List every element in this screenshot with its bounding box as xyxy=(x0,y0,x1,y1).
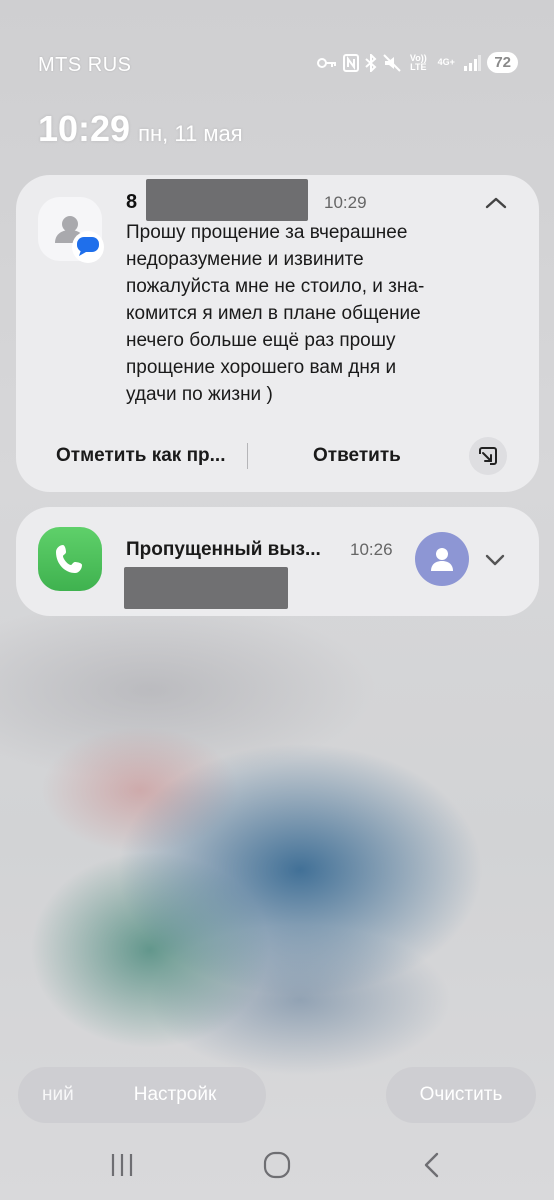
key-icon xyxy=(317,56,337,70)
missed-call-title: Пропущенный выз... xyxy=(126,539,321,560)
clock-row: 10:29 пн, 11 мая xyxy=(38,108,243,150)
nfc-icon xyxy=(343,53,360,72)
message-body: Прошу прощение за вчерашнее недоразумени… xyxy=(126,222,425,405)
bluetooth-icon xyxy=(365,53,377,72)
open-in-popup-button[interactable] xyxy=(469,437,507,475)
status-icons: Vo)) LTE 4G+ 72 xyxy=(317,52,518,73)
reply-button[interactable]: Ответить xyxy=(313,445,401,467)
phone-app-icon xyxy=(38,527,102,591)
mute-icon xyxy=(383,53,402,72)
message-time: 10:29 xyxy=(324,193,367,212)
clock: 10:29 xyxy=(38,108,131,149)
popup-icon xyxy=(479,447,497,465)
redacted-sender xyxy=(146,179,308,221)
messages-badge-icon xyxy=(72,231,104,263)
back-icon[interactable] xyxy=(416,1150,448,1180)
message-notification[interactable]: 8 10:29 Прошу прощение за вчерашнее недо… xyxy=(16,175,539,492)
status-bar: MTS RUS Vo)) LTE 4G+ 72 xyxy=(0,0,554,120)
home-icon[interactable] xyxy=(261,1150,293,1180)
redacted-caller xyxy=(124,567,288,609)
recent-apps-icon[interactable] xyxy=(106,1150,138,1180)
mark-as-read-button[interactable]: Отметить как пр... xyxy=(56,445,226,467)
carrier-name: MTS RUS xyxy=(38,54,132,76)
4g-icon: 4G+ xyxy=(437,57,455,67)
history-button[interactable]: ний xyxy=(42,1084,74,1106)
collapse-chevron-icon[interactable] xyxy=(483,193,509,213)
phone-icon xyxy=(56,545,82,573)
signal-icon xyxy=(463,54,482,71)
clear-all-button[interactable]: Очистить xyxy=(386,1067,536,1123)
date: пн, 11 мая xyxy=(138,121,243,146)
battery-level: 72 xyxy=(487,52,518,73)
caller-avatar xyxy=(415,532,469,586)
notification-shade: MTS RUS Vo)) LTE 4G+ 72 10:29 пн, 11 мая xyxy=(0,0,554,1200)
bottom-left-actions: ний Настройк xyxy=(18,1067,266,1123)
volte-icon: Vo)) LTE xyxy=(409,52,427,72)
action-divider xyxy=(247,443,248,469)
notification-settings-button[interactable]: Настройк xyxy=(134,1084,217,1106)
expand-chevron-icon[interactable] xyxy=(483,551,507,569)
navigation-bar xyxy=(0,1140,554,1190)
sender-name: 8 xyxy=(126,191,138,213)
person-icon xyxy=(431,548,453,571)
missed-call-time: 10:26 xyxy=(350,540,393,559)
missed-call-notification[interactable]: Пропущенный выз... 10:26 xyxy=(16,507,539,616)
